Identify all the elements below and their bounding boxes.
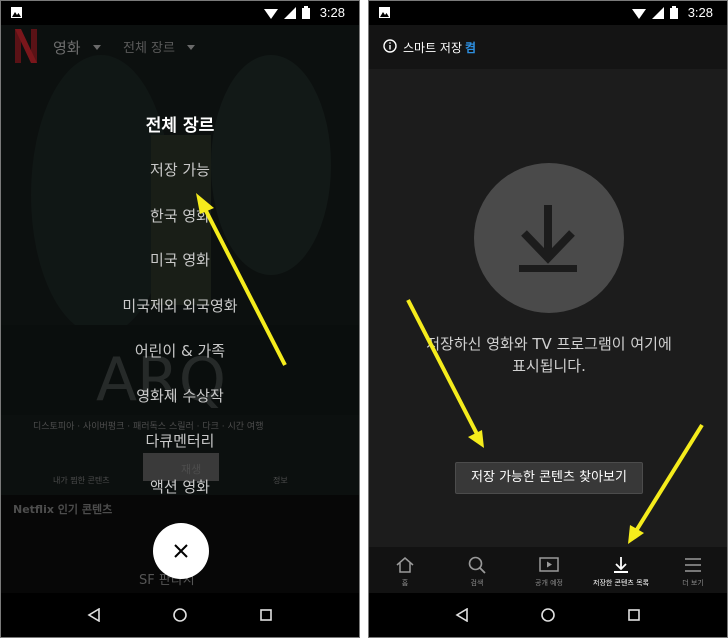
genre-item-korean-movies[interactable]: 한국 영화 [1,205,359,226]
empty-message-line-2: 표시됩니다. [512,357,586,375]
genre-item-kids-family[interactable]: 어린이 & 가족 [1,340,359,361]
right-phone-screen: 3:28 스마트 저장 켬 저장하신 영화와 TV 프로그램이 여기에 표시됩니… [368,0,728,638]
back-icon [455,608,468,622]
play-label: 재생 [181,463,202,476]
download-icon [614,557,628,573]
tab-search[interactable]: 검색 [441,547,513,595]
genre-item-downloadable[interactable]: 저장 가능 [1,159,359,180]
smart-download-state: 켬 [465,41,477,55]
smart-download-bar[interactable]: 스마트 저장 켬 [369,25,727,69]
close-menu-button[interactable] [153,523,209,579]
image-notification-icon [379,7,390,18]
home-circle-icon [541,608,555,622]
android-nav-bar [369,593,727,637]
tab-label: 검색 [470,579,484,587]
genre-item-foreign-movies[interactable]: 미국제외 외국영화 [1,295,359,316]
genre-item-award-winning[interactable]: 영화제 수상작 [1,385,359,406]
status-bar: 3:28 [1,1,359,25]
home-icon [396,557,414,573]
coming-soon-icon [539,557,559,572]
empty-message-line-1: 저장하신 영화와 TV 프로그램이 여기에 [426,335,672,353]
image-notification-icon [11,7,22,18]
status-bar: 3:28 [369,1,727,25]
find-downloadable-button[interactable]: 저장 가능한 콘텐츠 찾아보기 [455,462,643,494]
tab-more[interactable]: 더 보기 [657,547,727,595]
empty-downloads-message: 저장하신 영화와 TV 프로그램이 여기에 표시됩니다. [389,333,709,377]
home-button[interactable] [170,605,190,625]
status-time: 3:28 [319,5,345,20]
genre-item-action-movies[interactable]: 액션 영화 [1,476,359,497]
recents-button[interactable] [256,605,276,625]
close-icon [174,544,188,558]
chevron-down-icon [93,45,101,50]
search-icon [468,556,486,574]
download-icon [519,205,577,272]
tab-label: 저장한 콘텐츠 목록 [593,579,649,587]
genre-item-us-movies[interactable]: 미국 영화 [1,249,359,270]
tab-label: 더 보기 [682,579,704,587]
movies-dropdown-label: 영화 [53,39,81,57]
tab-home[interactable]: 홈 [369,547,441,595]
menu-icon [685,558,701,572]
tab-downloads[interactable]: 저장한 콘텐츠 목록 [585,547,657,595]
popular-row-title: Netflix 인기 콘텐츠 [13,503,113,516]
wifi-icon [263,8,278,19]
info-icon [383,39,397,53]
signal-icon [283,6,296,19]
back-icon [87,608,100,622]
tab-label: 공개 예정 [535,579,563,587]
android-nav-bar [1,593,359,637]
battery-icon [669,6,678,19]
genre-menu-heading: 전체 장르 [145,116,215,136]
recents-icon [260,609,272,621]
smart-download-label: 스마트 저장 [403,41,463,55]
download-placeholder-circle [474,163,624,313]
recents-button[interactable] [624,605,644,625]
recents-icon [628,609,640,621]
left-phone-screen: 3:28 ARQ 영화 전체 장르 디스토피아 · 사이버펑크 · 패러독스 스… [0,0,360,638]
bottom-tab-bar: 홈 검색 공개 예정 저장한 콘텐츠 목록 더 보기 [369,547,727,595]
genre-item-documentary[interactable]: 다큐멘터리 [1,430,359,451]
chevron-down-icon [187,45,195,50]
signal-icon [651,6,664,19]
back-button[interactable] [84,605,104,625]
status-time: 3:28 [687,5,713,20]
home-button[interactable] [538,605,558,625]
wifi-icon [631,8,646,19]
tab-label: 홈 [401,579,409,587]
battery-icon [301,6,310,19]
back-button[interactable] [452,605,472,625]
tab-coming-soon[interactable]: 공개 예정 [513,547,585,595]
home-circle-icon [173,608,187,622]
genre-dropdown-label: 전체 장르 [123,41,175,56]
